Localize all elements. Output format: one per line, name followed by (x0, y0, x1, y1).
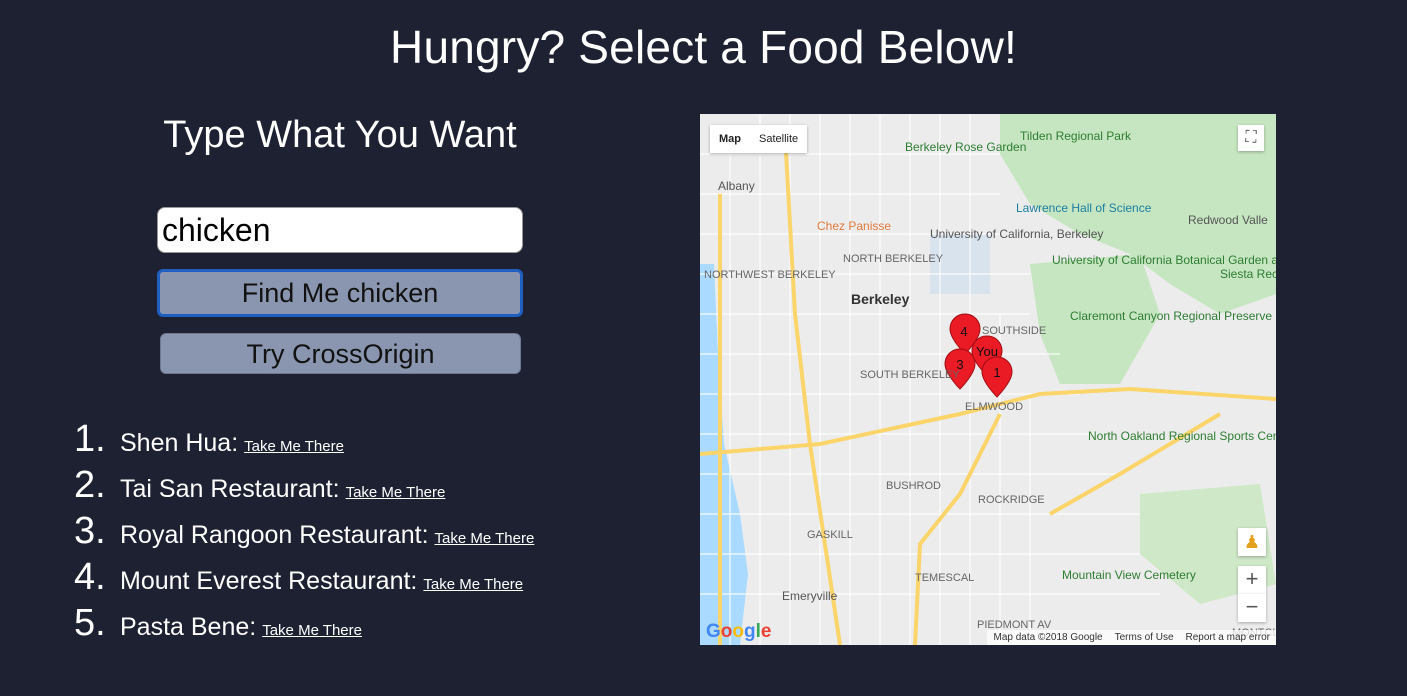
result-name: Shen Hua: (120, 429, 239, 457)
find-me-button[interactable]: Find Me chicken (157, 269, 523, 317)
take-me-there-link[interactable]: Take Me There (346, 484, 446, 501)
map-label: SOUTHSIDE (982, 325, 1046, 337)
result-name: Pasta Bene: (120, 613, 257, 641)
marker-label: 1 (993, 365, 1000, 380)
terms-link[interactable]: Terms of Use (1115, 630, 1174, 645)
map-label: TEMESCAL (915, 572, 974, 584)
map-label: Berkeley Rose Garden (905, 140, 1026, 154)
map-label: NORTH BERKELEY (843, 253, 944, 265)
result-number: 2. (74, 464, 106, 506)
take-me-there-link[interactable]: Take Me There (244, 438, 344, 455)
map-label: ELMWOOD (965, 401, 1023, 413)
map-canvas[interactable]: 4 3 You 1 Berkeley Rose Garden Tilden Re… (700, 114, 1276, 645)
map-label: NORTHWEST BERKELEY (704, 269, 836, 281)
result-name: Mount Everest Restaurant: (120, 567, 418, 595)
food-search-input[interactable] (157, 207, 523, 253)
map-type-map-button[interactable]: Map (710, 125, 750, 153)
map-label: University of California, Berkeley (930, 227, 1103, 241)
take-me-there-link[interactable]: Take Me There (262, 622, 362, 639)
zoom-out-button[interactable]: − (1238, 594, 1266, 622)
map-label: GASKILL (807, 529, 853, 541)
map-label: Emeryville (782, 589, 838, 603)
result-number: 3. (74, 510, 106, 552)
map-view[interactable]: 4 3 You 1 Berkeley Rose Garden Tilden Re… (700, 114, 1276, 645)
map-label: Chez Panisse (817, 219, 891, 233)
marker-label: You (976, 344, 998, 359)
map-label: Lawrence Hall of Science (1016, 201, 1152, 215)
marker-label: 4 (960, 324, 967, 339)
map-label: North Oakland Regional Sports Center (1088, 429, 1276, 443)
list-item: 5. Pasta Bene: Take Me There (74, 602, 534, 648)
map-label: Berkeley (851, 291, 910, 307)
try-crossorigin-button[interactable]: Try CrossOrigin (160, 333, 521, 374)
result-number: 1. (74, 418, 106, 460)
google-logo: Google (706, 621, 772, 642)
map-type-control: Map Satellite (710, 125, 808, 153)
results-list: 1. Shen Hua: Take Me There 2. Tai San Re… (74, 418, 534, 648)
result-number: 4. (74, 556, 106, 598)
map-label: Redwood Valle (1188, 213, 1268, 227)
pegman-icon[interactable]: ♟ (1238, 528, 1266, 556)
take-me-there-link[interactable]: Take Me There (423, 576, 523, 593)
map-label: Albany (718, 179, 755, 193)
search-panel: Type What You Want Find Me chicken Try C… (0, 0, 690, 696)
fullscreen-icon[interactable]: ⛶ (1238, 125, 1264, 151)
map-type-satellite-button[interactable]: Satellite (750, 125, 807, 153)
list-item: 1. Shen Hua: Take Me There (74, 418, 534, 464)
map-attribution: Map data ©2018 Google Terms of Use Repor… (987, 630, 1276, 645)
map-label: BUSHROD (886, 480, 941, 492)
result-number: 5. (74, 602, 106, 644)
map-label: SOUTH BERKELEY (860, 369, 960, 381)
zoom-in-button[interactable]: + (1238, 566, 1266, 594)
list-item: 4. Mount Everest Restaurant: Take Me The… (74, 556, 534, 602)
map-label: Siesta Recre Are (1220, 267, 1276, 281)
map-label: ROCKRIDGE (978, 494, 1045, 506)
map-label: University of California Botanical Garde… (1052, 253, 1276, 267)
map-label: Claremont Canyon Regional Preserve (1070, 309, 1272, 323)
list-item: 2. Tai San Restaurant: Take Me There (74, 464, 534, 510)
report-error-link[interactable]: Report a map error (1186, 630, 1270, 645)
search-heading: Type What You Want (163, 114, 517, 156)
list-item: 3. Royal Rangoon Restaurant: Take Me The… (74, 510, 534, 556)
result-name: Royal Rangoon Restaurant: (120, 521, 429, 549)
result-name: Tai San Restaurant: (120, 475, 340, 503)
map-label: Mountain View Cemetery (1062, 568, 1196, 582)
map-label: Tilden Regional Park (1020, 129, 1132, 143)
take-me-there-link[interactable]: Take Me There (435, 530, 535, 547)
map-data-text: Map data ©2018 Google (993, 632, 1103, 643)
